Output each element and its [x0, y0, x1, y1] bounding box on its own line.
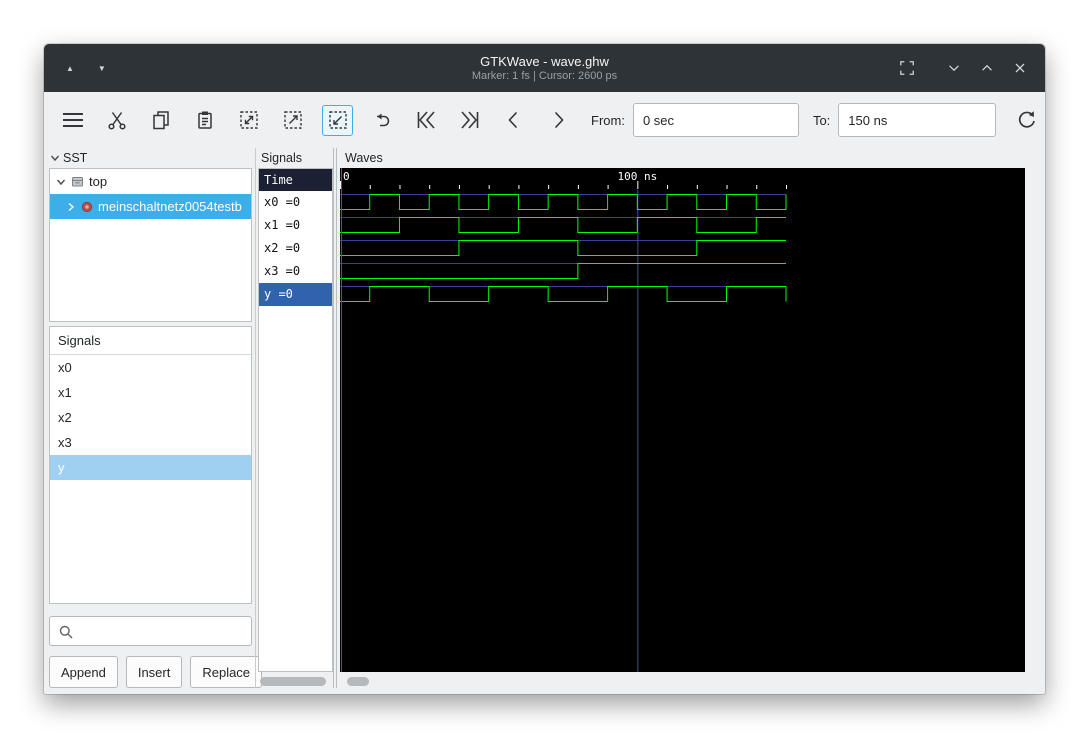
waves-hscrollbar[interactable] — [347, 677, 369, 686]
tree-item-label: meinschaltnetz0054testb — [98, 199, 242, 214]
tree-item-label: top — [89, 174, 108, 189]
names-hscrollbar[interactable] — [260, 677, 326, 686]
signal-list-item-x0[interactable]: x0 — [50, 355, 251, 380]
cut-icon — [108, 112, 126, 130]
hierarchy-icon — [72, 177, 83, 187]
svg-text:0: 0 — [343, 170, 350, 183]
signal-actions: Append Insert Replace — [49, 656, 263, 688]
signal-row-x1[interactable]: x1 =0 — [259, 214, 332, 237]
reload-button[interactable] — [1012, 105, 1042, 135]
zoom-undo-button[interactable] — [367, 105, 397, 135]
zoom-fit-button[interactable] — [234, 105, 264, 135]
signals-panel-header: Signals — [50, 327, 251, 355]
window-status: Marker: 1 fs | Cursor: 2600 ps — [471, 69, 618, 82]
copy-button[interactable] — [146, 105, 176, 135]
signal-row-y[interactable]: y =0 — [259, 283, 332, 306]
signal-row-x2[interactable]: x2 =0 — [259, 237, 332, 260]
signals-panel: Signals x0 x1 x2 x3 y — [49, 326, 252, 604]
zoom-in-icon — [284, 111, 302, 129]
close-icon[interactable] — [1011, 59, 1029, 77]
expander-open-icon — [56, 179, 66, 185]
sst-tree: top meinschaltnetz0054testb — [49, 168, 252, 322]
wave-canvas[interactable]: 0 100 ns — [340, 168, 1025, 672]
shade-up-icon[interactable]: ▲ — [66, 64, 74, 73]
paste-button[interactable] — [190, 105, 220, 135]
tree-item-top[interactable]: top — [50, 169, 251, 194]
gtkwave-window: ▲ ▼ GTKWave - wave.ghw Marker: 1 fs | Cu… — [44, 44, 1045, 694]
left-splitter[interactable] — [255, 148, 256, 688]
signal-row-x3[interactable]: x3 =0 — [259, 260, 332, 283]
zoom-in-button[interactable] — [278, 105, 308, 135]
paste-icon — [198, 111, 212, 129]
window-title: GTKWave - wave.ghw — [480, 53, 609, 69]
replace-button[interactable]: Replace — [190, 656, 263, 688]
fullscreen-icon[interactable] — [898, 59, 916, 77]
shift-right-icon — [554, 111, 564, 129]
shade-down-icon[interactable]: ▼ — [98, 64, 106, 73]
zoom-fit-icon — [240, 111, 258, 129]
names-pane-header: Signals — [261, 151, 302, 165]
waveform-svg: 0 100 ns — [340, 168, 787, 672]
zoom-out-icon — [328, 111, 347, 129]
component-icon — [81, 201, 93, 212]
zoom-out-button[interactable] — [322, 104, 353, 136]
copy-icon — [153, 111, 169, 130]
signal-row-x0[interactable]: x0 =0 — [259, 191, 332, 214]
minimize-icon[interactable] — [945, 59, 963, 77]
shift-left-button[interactable] — [499, 105, 529, 135]
menu-button[interactable] — [58, 105, 88, 135]
shift-right-button[interactable] — [543, 105, 573, 135]
expander-closed-icon — [68, 202, 75, 211]
sst-header[interactable]: SST — [50, 151, 87, 165]
reload-icon — [1019, 111, 1036, 128]
menu-icon — [63, 113, 83, 127]
svg-text:100 ns: 100 ns — [617, 170, 657, 183]
search-input[interactable] — [78, 618, 250, 646]
fetch-end-button[interactable] — [455, 105, 485, 135]
signal-list-item-y[interactable]: y — [50, 455, 251, 480]
sst-header-label: SST — [63, 151, 88, 165]
from-input[interactable] — [632, 103, 799, 137]
sst-collapse-icon — [50, 155, 60, 162]
signal-list-item-x3[interactable]: x3 — [50, 430, 251, 455]
toolbar: From: To: — [44, 92, 1045, 148]
cut-button[interactable] — [102, 105, 132, 135]
fetch-start-icon — [417, 111, 435, 129]
waves-splitter[interactable] — [333, 148, 337, 688]
insert-button[interactable]: Insert — [125, 656, 183, 688]
fetch-start-button[interactable] — [411, 105, 441, 135]
from-label: From: — [591, 112, 625, 128]
titlebar[interactable]: ▲ ▼ GTKWave - wave.ghw Marker: 1 fs | Cu… — [44, 44, 1045, 92]
signal-search — [49, 616, 252, 646]
waves-header: Waves — [345, 151, 383, 165]
maximize-icon[interactable] — [978, 59, 996, 77]
to-input[interactable] — [838, 103, 997, 137]
names-pane: Time x0 =0 x1 =0 x2 =0 x3 =0 y =0 — [258, 168, 333, 672]
signal-list-item-x2[interactable]: x2 — [50, 405, 251, 430]
fetch-end-icon — [461, 111, 479, 129]
shift-left-icon — [508, 111, 518, 129]
signal-list-item-x1[interactable]: x1 — [50, 380, 251, 405]
tree-item-meinschaltnetz[interactable]: meinschaltnetz0054testb — [50, 194, 251, 219]
zoom-undo-icon — [377, 113, 390, 127]
search-icon — [59, 625, 73, 639]
append-button[interactable]: Append — [49, 656, 118, 688]
to-label: To: — [812, 112, 831, 128]
time-header-cell: Time — [259, 169, 332, 191]
